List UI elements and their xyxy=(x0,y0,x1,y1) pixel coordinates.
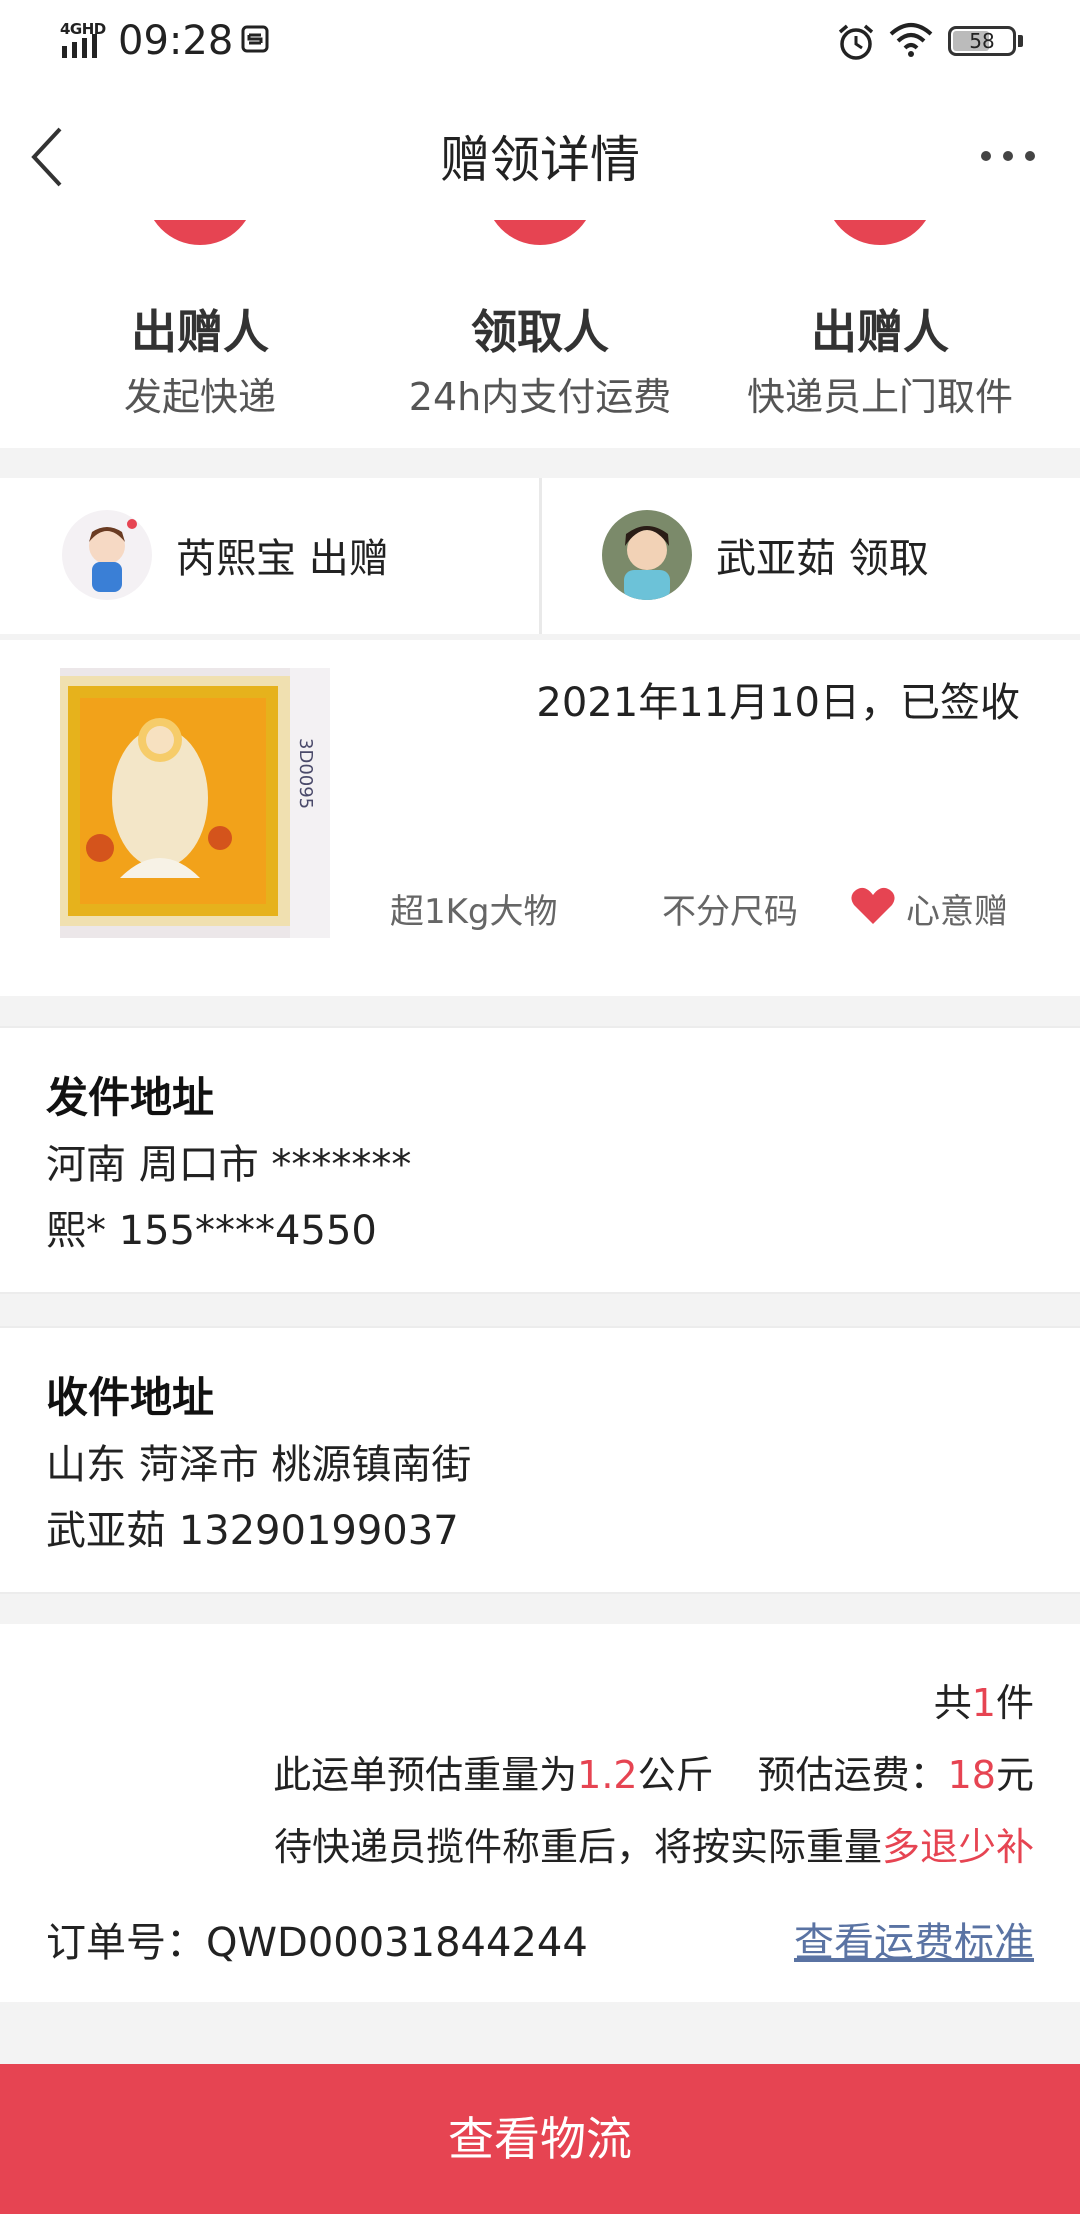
step-2-marker xyxy=(485,220,595,245)
receiver-label: 武亚茹 领取 xyxy=(716,536,929,582)
receive-address-heading: 收件地址 xyxy=(46,1373,215,1422)
svg-text:3D0095: 3D0095 xyxy=(295,738,316,809)
weight-fee-line: 此运单预估重量为1.2公斤 预估运费：18元 xyxy=(273,1744,1034,1799)
receive-address-contact: 武亚茹 13290199037 xyxy=(46,1508,459,1554)
step-3-subtitle: 快递员上门取件 xyxy=(746,375,1013,419)
item-count-suffix: 件 xyxy=(995,1681,1034,1725)
order-number: 订单号：QWD00031844244 xyxy=(46,1910,588,1968)
order-number-value: QWD00031844244 xyxy=(206,1920,588,1966)
giver-label: 芮熙宝 出赠 xyxy=(176,536,389,582)
item-count-value: 1 xyxy=(971,1681,996,1725)
step-2-title: 领取人 xyxy=(471,305,609,359)
alarm-icon xyxy=(838,24,874,60)
page-title: 赠领详情 xyxy=(440,131,640,189)
fee-unit: 元 xyxy=(995,1753,1034,1797)
step-1-title: 出赠人 xyxy=(131,305,269,359)
view-logistics-button[interactable]: 查看物流 xyxy=(0,2064,1080,2214)
parties-divider xyxy=(539,478,542,634)
battery-level: 58 xyxy=(969,29,995,53)
signal-icon xyxy=(62,34,97,58)
process-steps: 出赠人 发起快递 领取人 24h内支付运费 出赠人 快递员上门取件 xyxy=(0,220,1080,448)
step-3-title: 出赠人 xyxy=(811,305,949,359)
item-count: 共1件 xyxy=(934,1672,1034,1727)
status-time: 09:28 xyxy=(118,18,234,64)
more-icon[interactable] xyxy=(980,150,1036,162)
receiver-avatar[interactable] xyxy=(602,510,692,600)
notification-icon xyxy=(241,25,269,53)
wifi-icon xyxy=(889,23,933,57)
giver-avatar[interactable] xyxy=(62,510,152,600)
fee-note-text: 待快递员揽件称重后，将按实际重量 xyxy=(273,1825,882,1869)
heart-icon xyxy=(851,887,895,924)
fee-prefix: 预估运费： xyxy=(757,1753,948,1797)
battery-cap xyxy=(1018,35,1023,47)
weight-value: 1.2 xyxy=(577,1753,638,1797)
order-number-label: 订单号： xyxy=(46,1920,206,1966)
send-address-region: 河南 周口市 ******* xyxy=(46,1142,412,1188)
fee-note: 待快递员揽件称重后，将按实际重量多退少补 xyxy=(274,1816,1034,1871)
tag-weight: 超1Kg大物 xyxy=(390,892,558,932)
tag-gift-type: 心意赠 xyxy=(906,892,1008,932)
fee-standard-link[interactable]: 查看运费标准 xyxy=(794,1910,1034,1968)
receive-address-region: 山东 菏泽市 桃源镇南街 xyxy=(46,1442,472,1488)
tag-size: 不分尺码 xyxy=(662,892,798,932)
step-1-subtitle: 发起快递 xyxy=(123,375,276,419)
item-date-status: 2021年11月10日，已签收 xyxy=(536,680,1020,726)
step-3-marker xyxy=(825,220,935,245)
fee-value: 18 xyxy=(947,1753,996,1797)
send-address-heading: 发件地址 xyxy=(46,1073,215,1122)
weight-unit: 公斤 xyxy=(637,1753,714,1797)
step-2-subtitle: 24h内支付运费 xyxy=(408,375,672,419)
item-count-prefix: 共 xyxy=(933,1681,972,1725)
battery-icon: 58 xyxy=(948,26,1016,56)
weight-prefix: 此运单预估重量为 xyxy=(273,1753,578,1797)
step-1-marker xyxy=(145,220,255,245)
fee-note-highlight: 多退少补 xyxy=(881,1825,1034,1869)
send-address-contact: 熙* 155****4550 xyxy=(46,1208,377,1254)
